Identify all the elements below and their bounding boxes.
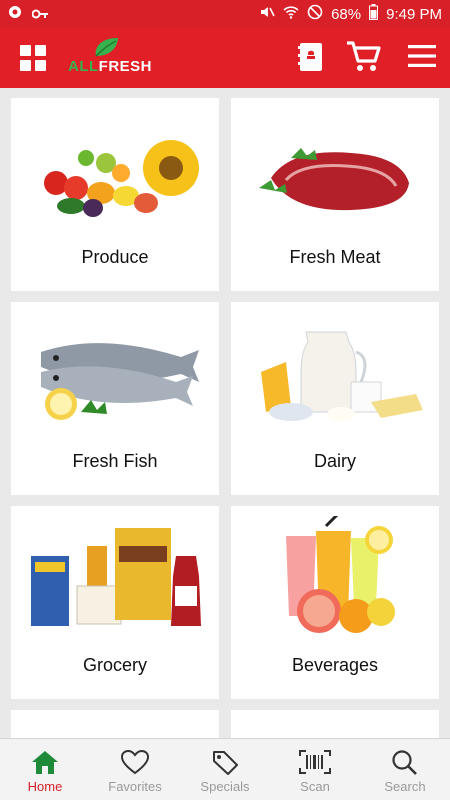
cart-icon[interactable] <box>345 38 381 79</box>
app-logo: ALLFRESH <box>68 36 152 80</box>
nav-label: Home <box>27 779 63 794</box>
nav-scan[interactable]: Scan <box>270 739 360 800</box>
category-card-partial-right[interactable] <box>231 710 439 738</box>
beverages-image <box>286 516 395 633</box>
leaf-icon <box>95 38 118 57</box>
key-icon <box>31 6 48 23</box>
wifi-icon <box>283 4 299 24</box>
home-icon <box>32 751 58 774</box>
heart-icon <box>120 749 150 775</box>
nav-search[interactable]: Search <box>360 739 450 800</box>
app-notification-icon <box>8 5 22 23</box>
grocery-image <box>31 528 201 626</box>
category-grid: Produce Fresh Meat Fresh Fish Dairy Groc… <box>0 88 450 738</box>
nav-label: Favorites <box>108 779 162 794</box>
category-label: Fresh Meat <box>289 247 381 267</box>
grid-menu-icon[interactable] <box>20 45 47 72</box>
bottom-navigation: Home Favorites Specials Scan Search <box>0 738 450 800</box>
fresh-meat-image <box>259 148 409 211</box>
nav-specials[interactable]: Specials <box>180 739 270 800</box>
app-header: ALLFRESH <box>0 28 450 88</box>
hamburger-menu-icon[interactable] <box>408 44 436 73</box>
category-label: Fresh Fish <box>72 451 158 471</box>
dairy-image <box>261 331 423 421</box>
logo-text: FRESH <box>98 58 153 75</box>
battery-percent: 68% <box>331 5 362 23</box>
barcode-icon <box>299 750 331 774</box>
nav-home[interactable]: Home <box>0 739 90 800</box>
nav-label: Scan <box>300 779 330 794</box>
status-bar: 68% 9:49 PM <box>0 0 450 28</box>
category-card-fresh-fish[interactable]: Fresh Fish <box>11 302 219 495</box>
category-label: Beverages <box>291 655 379 675</box>
mute-icon <box>259 4 275 24</box>
logo-prefix: ALL <box>68 58 99 75</box>
battery-icon <box>369 4 379 24</box>
nav-label: Search <box>384 779 426 794</box>
do-not-disturb-icon <box>307 4 323 24</box>
tag-icon <box>213 751 238 775</box>
category-card-dairy[interactable]: Dairy <box>231 302 439 495</box>
category-card-beverages[interactable]: Beverages <box>231 506 439 699</box>
fresh-fish-image <box>41 343 199 420</box>
category-label: Produce <box>81 247 149 267</box>
store-book-icon[interactable] <box>298 40 324 79</box>
nav-favorites[interactable]: Favorites <box>90 739 180 800</box>
category-card-partial-left[interactable] <box>11 710 219 738</box>
clock: 9:49 PM <box>386 5 442 23</box>
search-icon <box>392 750 417 775</box>
category-label: Grocery <box>82 655 147 675</box>
category-card-grocery[interactable]: Grocery <box>11 506 219 699</box>
nav-label: Specials <box>200 779 250 794</box>
produce-image <box>44 140 199 217</box>
category-card-produce[interactable]: Produce <box>11 98 219 291</box>
category-card-fresh-meat[interactable]: Fresh Meat <box>231 98 439 291</box>
category-label: Dairy <box>313 451 356 471</box>
